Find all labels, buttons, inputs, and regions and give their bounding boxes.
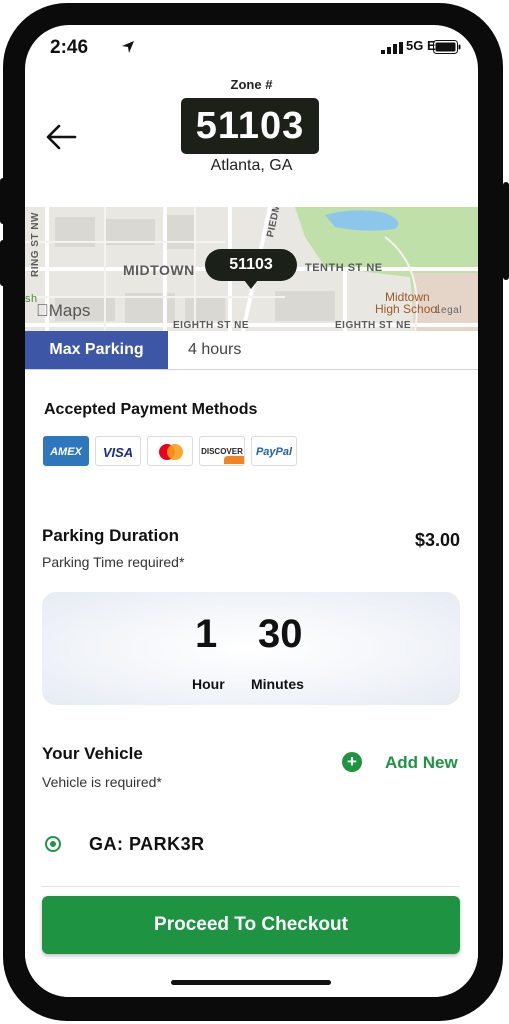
map-label-eighth-st-2: EIGHTH ST NE: [335, 320, 412, 331]
battery-icon: [433, 40, 461, 54]
duration-minutes-label: Minutes: [251, 676, 304, 692]
zone-map-pin: 51103: [205, 249, 297, 281]
side-button-left-1: [0, 178, 6, 224]
parking-time-required: Parking Time required*: [42, 554, 185, 570]
side-button-left-2: [0, 240, 6, 286]
apple-icon: : [36, 301, 49, 320]
mastercard-circles: [159, 444, 183, 460]
status-time: 2:46: [50, 37, 89, 58]
vehicle-plate[interactable]: GA: PARK3R: [89, 834, 205, 855]
home-indicator[interactable]: [171, 980, 331, 985]
proceed-to-checkout-button[interactable]: Proceed To Checkout: [42, 896, 460, 954]
amex-card-icon: AMEX: [43, 436, 89, 466]
discover-card-icon: DISCOVER: [199, 436, 245, 466]
maps-logo-text: Maps: [36, 301, 91, 320]
network-type: 5G E: [406, 38, 436, 53]
map-label-midtown: MIDTOWN: [123, 262, 195, 278]
duration-hours-label: Hour: [192, 676, 225, 692]
parking-duration-title: Parking Duration: [42, 526, 179, 545]
side-button-right: [503, 182, 509, 280]
visa-label: VISA: [102, 445, 134, 460]
signal-icon: [381, 42, 403, 54]
zone-header: Zone # 51103 Atlanta, GA: [25, 71, 478, 209]
paypal-label: PayPal: [255, 446, 293, 458]
apple-maps-logo: Maps: [36, 301, 90, 321]
status-bar: 2:46 5G E: [25, 25, 478, 71]
your-vehicle-title: Your Vehicle: [42, 744, 143, 763]
add-new-vehicle-button[interactable]: Add New: [385, 753, 458, 773]
radio-dot: [50, 841, 56, 847]
map-label-high-school: Midtown High School: [375, 291, 440, 315]
zone-label: Zone #: [230, 77, 273, 92]
vehicle-required: Vehicle is required*: [42, 774, 162, 790]
main-content: Accepted Payment Methods AMEX VISA DISCO…: [25, 370, 478, 997]
duration-minutes-value[interactable]: 30: [258, 612, 303, 657]
back-arrow-icon[interactable]: [45, 123, 77, 151]
paypal-card-icon: PayPal: [251, 436, 297, 466]
map-label-legal[interactable]: Legal: [435, 305, 462, 316]
discover-stripe: [224, 456, 244, 464]
max-parking-label: Max Parking: [25, 331, 168, 369]
payment-methods-title: Accepted Payment Methods: [44, 401, 258, 418]
location-arrow-icon: [122, 41, 134, 53]
zone-number: 51103: [181, 98, 319, 154]
discover-label: DISCOVER: [201, 447, 243, 456]
screen: 2:46 5G E Zone # 51103 Atlanta, GA RING …: [25, 25, 478, 997]
vehicle-radio-selected[interactable]: [45, 836, 61, 852]
map-label-tenth-st: TENTH ST NE: [305, 262, 383, 274]
parking-price: $3.00: [414, 530, 460, 550]
duration-picker[interactable]: 1 30 Hour Minutes: [42, 592, 460, 705]
map-label-spring: RING ST NW: [30, 212, 41, 277]
divider: [42, 886, 460, 887]
zone-map-pin-tail: [244, 280, 258, 289]
duration-hours-value[interactable]: 1: [195, 612, 217, 657]
zone-city: Atlanta, GA: [210, 157, 293, 174]
add-vehicle-plus-icon[interactable]: +: [342, 752, 362, 772]
max-parking-value: 4 hours: [188, 341, 242, 358]
max-parking-bar: Max Parking 4 hours: [25, 331, 478, 370]
mastercard-icon: [147, 436, 193, 466]
map-label-high-school-line2: High School: [375, 302, 440, 316]
visa-card-icon: VISA: [95, 436, 141, 466]
zone-map[interactable]: RING ST NW PIEDM MIDTOWN TENTH ST NE sh …: [25, 207, 478, 331]
map-label-eighth-st-1: EIGHTH ST NE: [173, 320, 250, 331]
